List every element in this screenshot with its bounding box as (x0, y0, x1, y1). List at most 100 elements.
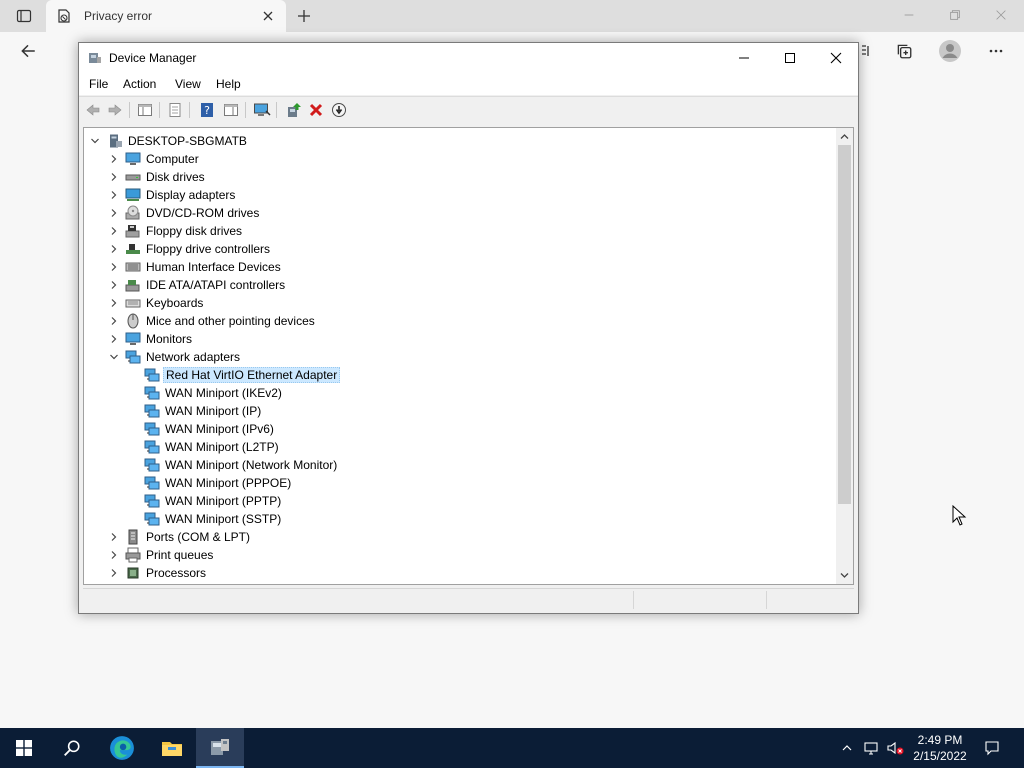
volume-muted-icon[interactable] (884, 728, 906, 768)
tree-device[interactable]: WAN Miniport (IP) (84, 402, 836, 420)
chevron-right-icon[interactable] (108, 297, 120, 309)
dm-maximize-icon[interactable] (767, 43, 813, 73)
back-icon[interactable] (84, 101, 102, 119)
tree-device[interactable]: WAN Miniport (Network Monitor) (84, 456, 836, 474)
plus-icon[interactable] (292, 6, 316, 26)
tree-device[interactable]: Red Hat VirtIO Ethernet Adapter (84, 366, 836, 384)
tree-device[interactable]: WAN Miniport (L2TP) (84, 438, 836, 456)
tree-category[interactable]: Computer (84, 150, 836, 168)
tree-category-label: Network adapters (146, 350, 241, 364)
network-adapter-icon (144, 439, 160, 455)
properties-icon[interactable] (166, 101, 184, 119)
taskbar-clock[interactable]: 2:49 PM 2/15/2022 (910, 732, 970, 764)
chevron-right-icon[interactable] (108, 153, 120, 165)
disable-device-icon[interactable] (330, 101, 348, 119)
back-arrow-icon[interactable] (13, 36, 43, 66)
network-icon[interactable] (860, 728, 882, 768)
tree-category[interactable]: Human Interface Devices (84, 258, 836, 276)
help-icon[interactable]: ? (198, 101, 216, 119)
chevron-up-icon[interactable] (836, 728, 858, 768)
display-adapter-icon (125, 187, 141, 203)
tree-category[interactable]: Floppy disk drives (84, 222, 836, 240)
file-explorer-icon[interactable] (148, 728, 196, 768)
menu-action[interactable]: Action (123, 77, 156, 91)
dm-titlebar[interactable]: Device Manager (79, 43, 858, 73)
tree-category-label: Floppy disk drives (146, 224, 243, 238)
tree-category[interactable]: Processors (84, 564, 836, 582)
menu-file[interactable]: File (89, 77, 108, 91)
chevron-right-icon[interactable] (108, 549, 120, 561)
tree-category[interactable]: Disk drives (84, 168, 836, 186)
tree-category[interactable]: IDE ATA/ATAPI controllers (84, 276, 836, 294)
show-hide-console-tree-icon[interactable] (136, 101, 154, 119)
status-cell-1 (633, 591, 766, 609)
browser-tabstrip: Privacy error (0, 0, 1024, 32)
chevron-right-icon[interactable] (108, 261, 120, 273)
tree-device[interactable]: WAN Miniport (IKEv2) (84, 384, 836, 402)
scrollbar-thumb[interactable] (838, 145, 851, 504)
network-adapter-icon (144, 511, 160, 527)
dm-close-icon[interactable] (813, 43, 859, 73)
device-tree[interactable]: DESKTOP-SBGMATB Computer Disk drives Displ… (83, 127, 854, 585)
printer-icon (125, 547, 141, 563)
chevron-right-icon[interactable] (108, 333, 120, 345)
tree-device[interactable]: WAN Miniport (PPPOE) (84, 474, 836, 492)
more-icon[interactable] (981, 36, 1011, 66)
tree-device[interactable]: WAN Miniport (SSTP) (84, 510, 836, 528)
chevron-right-icon[interactable] (108, 171, 120, 183)
hid-icon (125, 259, 141, 275)
device-manager-icon[interactable] (196, 728, 244, 768)
chevron-down-icon[interactable] (108, 351, 120, 363)
tree-root[interactable]: DESKTOP-SBGMATB (84, 132, 836, 150)
close-icon[interactable] (260, 8, 276, 24)
windows-start-icon[interactable] (0, 728, 48, 768)
action-pane-icon[interactable] (222, 101, 240, 119)
tree-device[interactable]: WAN Miniport (IPv6) (84, 420, 836, 438)
tree-category[interactable]: Monitors (84, 330, 836, 348)
dm-minimize-icon[interactable] (721, 43, 767, 73)
clock-time: 2:49 PM (917, 733, 963, 747)
chevron-right-icon[interactable] (108, 567, 120, 579)
menu-help[interactable]: Help (216, 77, 241, 91)
uninstall-icon[interactable] (307, 101, 325, 119)
tree-category-label: Print queues (146, 548, 214, 562)
tree-category[interactable]: Display adapters (84, 186, 836, 204)
search-icon[interactable] (48, 728, 96, 768)
tab-privacy-error[interactable]: Privacy error (46, 0, 286, 32)
browser-close-icon[interactable] (989, 6, 1013, 24)
tree-category[interactable]: Print queues (84, 546, 836, 564)
chevron-right-icon[interactable] (108, 207, 120, 219)
tree-device-label: WAN Miniport (IKEv2) (165, 386, 282, 400)
tree-category[interactable]: Mice and other pointing devices (84, 312, 836, 330)
profile-icon[interactable] (935, 36, 965, 66)
tree-category[interactable]: Floppy drive controllers (84, 240, 836, 258)
mouse-icon (125, 313, 141, 329)
collections-icon[interactable] (889, 36, 919, 66)
browser-minimize-icon[interactable] (897, 6, 921, 24)
tree-device[interactable]: WAN Miniport (PPTP) (84, 492, 836, 510)
tree-category[interactable]: Keyboards (84, 294, 836, 312)
browser-restore-icon[interactable] (943, 6, 967, 24)
scroll-up-icon[interactable] (839, 131, 850, 142)
notification-icon[interactable] (980, 728, 1004, 768)
tab-actions-icon[interactable] (8, 4, 40, 28)
vertical-scrollbar[interactable] (836, 128, 853, 584)
tree-category[interactable]: Ports (COM & LPT) (84, 528, 836, 546)
menu-view[interactable]: View (175, 77, 201, 91)
chevron-right-icon[interactable] (108, 225, 120, 237)
chevron-right-icon[interactable] (108, 189, 120, 201)
chevron-right-icon[interactable] (108, 315, 120, 327)
edge-icon[interactable] (98, 728, 146, 768)
tree-category[interactable]: DVD/CD-ROM drives (84, 204, 836, 222)
dm-toolbar: ? (79, 96, 858, 122)
chevron-down-icon[interactable] (89, 135, 101, 147)
chevron-right-icon[interactable] (108, 243, 120, 255)
chevron-right-icon[interactable] (108, 531, 120, 543)
forward-icon[interactable] (106, 101, 124, 119)
scroll-down-icon[interactable] (839, 570, 850, 581)
scan-hardware-icon[interactable] (253, 101, 271, 119)
update-driver-icon[interactable] (284, 101, 302, 119)
tree-category[interactable]: Network adapters (84, 348, 836, 366)
chevron-right-icon[interactable] (108, 279, 120, 291)
selected-device-label: Red Hat VirtIO Ethernet Adapter (163, 367, 341, 383)
